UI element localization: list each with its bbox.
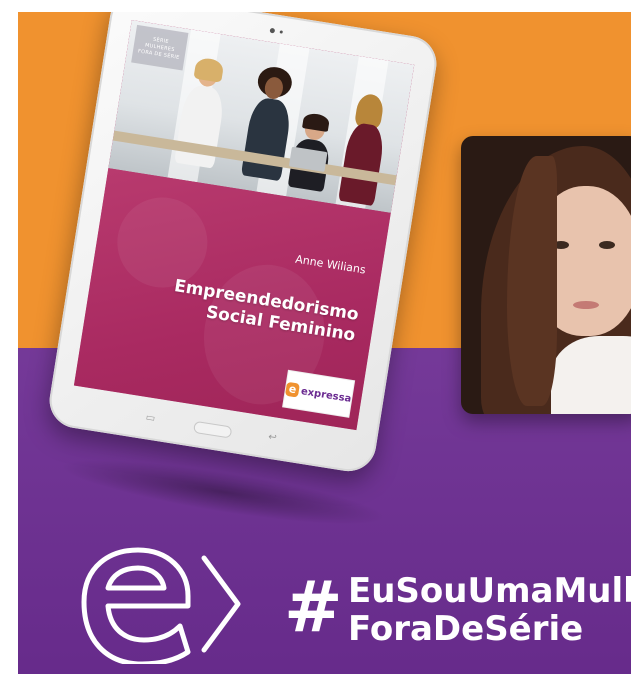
portrait-lips	[573, 301, 599, 309]
publisher-name: expressa	[300, 385, 353, 405]
expressa-e-arrow-logo-icon	[81, 547, 241, 664]
back-button-icon[interactable]: ↩	[267, 432, 277, 444]
sensor-icon	[279, 30, 283, 34]
camera-icon	[269, 27, 276, 34]
publisher-e-icon: e	[284, 381, 301, 398]
ghost-shape	[110, 191, 214, 295]
portrait-sweater	[551, 336, 631, 414]
series-tag: SÉRIE MULHERES FORA DE SÉRIE	[131, 24, 189, 71]
author-portrait	[461, 136, 631, 414]
portrait-eye	[599, 241, 615, 249]
tablet-device: SÉRIE MULHERES FORA DE SÉRIE Anne Wilian…	[45, 12, 441, 476]
banner-frame: SÉRIE MULHERES FORA DE SÉRIE Anne Wilian…	[18, 12, 631, 674]
hashtag-symbol: #	[284, 566, 343, 648]
hashtag-text-line2: ForaDeSérie	[348, 609, 584, 649]
hashtag-text-line1: EuSouUmaMulher	[348, 571, 631, 611]
tablet-body: SÉRIE MULHERES FORA DE SÉRIE Anne Wilian…	[45, 12, 441, 476]
recent-apps-icon[interactable]: ▭	[145, 412, 156, 424]
home-button[interactable]	[192, 420, 233, 439]
cover-pink-panel: Anne Wilians Empreendedorismo Social Fem…	[73, 168, 391, 431]
book-author: Anne Wilians	[294, 252, 367, 277]
publisher-logo: e expressa	[283, 370, 355, 417]
book-cover: SÉRIE MULHERES FORA DE SÉRIE Anne Wilian…	[73, 19, 415, 431]
